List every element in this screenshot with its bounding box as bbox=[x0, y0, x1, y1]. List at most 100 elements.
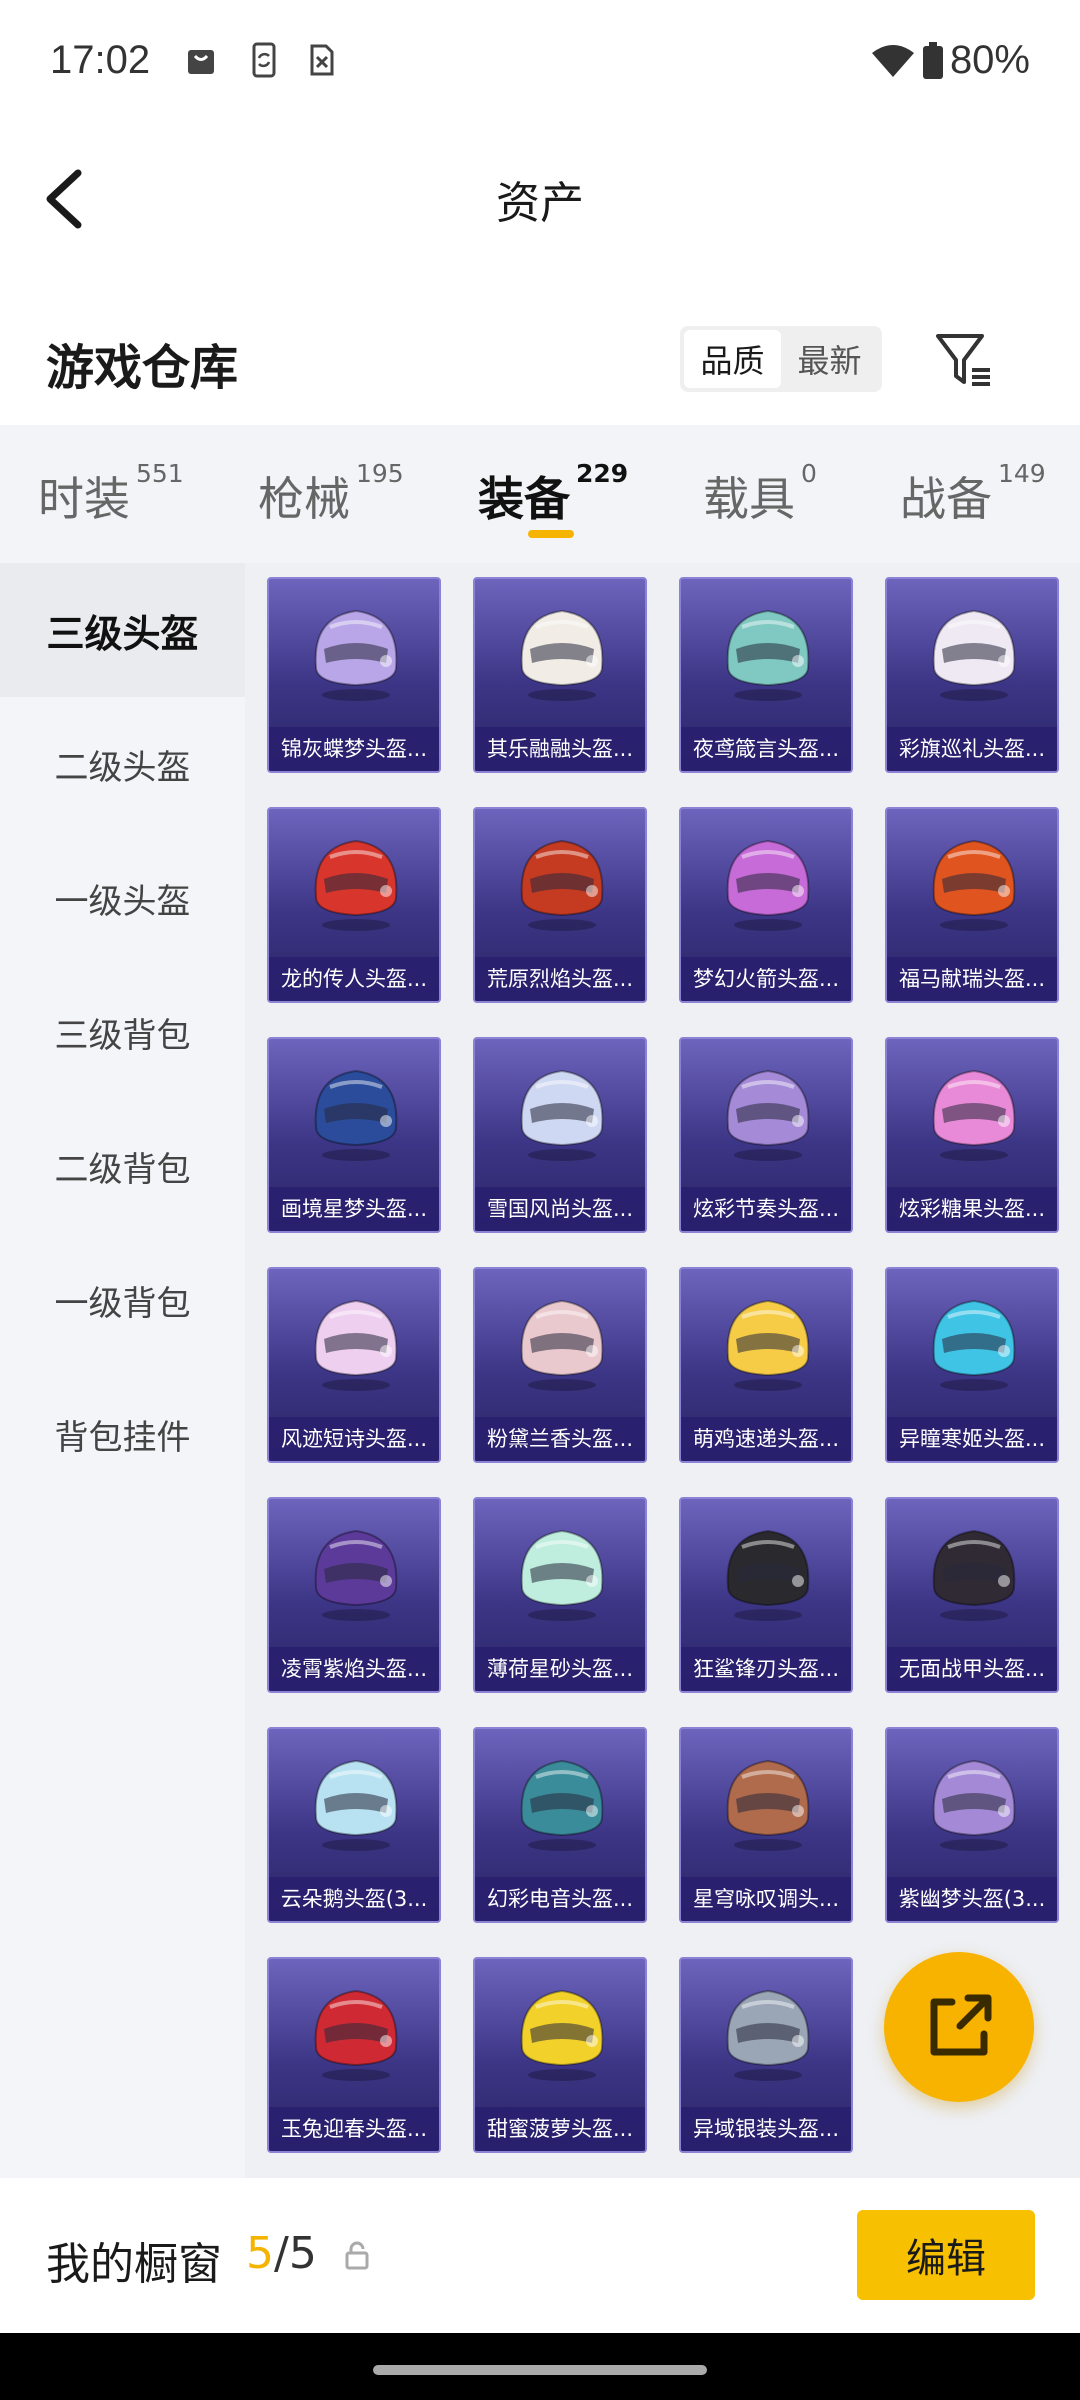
sidebar-item-level3-helmet[interactable]: 三级头盔 bbox=[0, 563, 245, 697]
item-name: 狂鲨锋刃头盔... bbox=[681, 1647, 851, 1691]
helmet-icon bbox=[314, 609, 398, 701]
helmet-icon bbox=[314, 1759, 398, 1851]
shopping-bag-icon bbox=[188, 50, 214, 74]
sort-quality-button[interactable]: 品质 bbox=[684, 330, 781, 388]
item-card[interactable]: 炫彩节奏头盔... bbox=[679, 1037, 853, 1233]
active-tab-indicator bbox=[528, 530, 574, 538]
item-card[interactable]: 荒原烈焰头盔... bbox=[473, 807, 647, 1003]
showcase-separator: / bbox=[274, 2228, 289, 2279]
app-header: 资产 bbox=[0, 125, 1080, 265]
item-card[interactable]: 凌霄紫焰头盔... bbox=[267, 1497, 441, 1693]
sidebar-item-level3-backpack[interactable]: 三级背包 bbox=[0, 965, 245, 1099]
wifi-icon bbox=[871, 44, 914, 77]
helmet-icon bbox=[726, 1989, 810, 2081]
item-card[interactable]: 云朵鹅头盔(3... bbox=[267, 1727, 441, 1923]
helmet-icon bbox=[726, 1299, 810, 1391]
item-card[interactable]: 福马献瑞头盔... bbox=[885, 807, 1059, 1003]
tab-fashion[interactable]: 时装 551 bbox=[38, 459, 184, 529]
warehouse-header: 游戏仓库 品质 最新 bbox=[0, 300, 1080, 420]
sort-newest-button[interactable]: 最新 bbox=[781, 330, 878, 388]
item-card[interactable]: 风迹短诗头盔... bbox=[267, 1267, 441, 1463]
item-card[interactable]: 锦灰蝶梦头盔... bbox=[267, 577, 441, 773]
subcategory-sidebar: 三级头盔 二级头盔 一级头盔 三级背包 二级背包 一级背包 背包挂件 bbox=[0, 563, 245, 2178]
item-card[interactable]: 紫幽梦头盔(3... bbox=[885, 1727, 1059, 1923]
tab-vehicles[interactable]: 载具 0 bbox=[703, 459, 817, 529]
filter-icon[interactable] bbox=[930, 326, 996, 392]
helmet-icon bbox=[314, 1989, 398, 2081]
showcase-current: 5 bbox=[246, 2228, 274, 2279]
item-name: 异瞳寒姬头盔... bbox=[887, 1417, 1057, 1461]
helmet-icon bbox=[520, 609, 604, 701]
helmet-icon bbox=[932, 1299, 1016, 1391]
warehouse-title: 游戏仓库 bbox=[46, 340, 239, 396]
home-gesture-handle[interactable] bbox=[373, 2365, 707, 2375]
item-name: 云朵鹅头盔(3... bbox=[269, 1877, 439, 1921]
tab-count: 0 bbox=[801, 459, 817, 488]
helmet-icon bbox=[520, 1529, 604, 1621]
tab-count: 195 bbox=[356, 459, 404, 488]
system-navbar bbox=[0, 2333, 1080, 2400]
sidebar-item-level2-helmet[interactable]: 二级头盔 bbox=[0, 697, 245, 831]
battery-icon bbox=[922, 41, 943, 79]
sidebar-item-level1-helmet[interactable]: 一级头盔 bbox=[0, 831, 245, 965]
item-name: 其乐融融头盔... bbox=[475, 727, 645, 771]
item-name: 龙的传人头盔... bbox=[269, 957, 439, 1001]
tab-label: 装备 bbox=[478, 472, 570, 526]
edit-button[interactable]: 编辑 bbox=[857, 2210, 1035, 2300]
helmet-icon bbox=[726, 1069, 810, 1161]
sidebar-item-level2-backpack[interactable]: 二级背包 bbox=[0, 1099, 245, 1233]
item-name: 荒原烈焰头盔... bbox=[475, 957, 645, 1001]
tab-supplies[interactable]: 战备 149 bbox=[900, 459, 1046, 529]
helmet-icon bbox=[520, 1759, 604, 1851]
helmet-icon bbox=[314, 1069, 398, 1161]
helmet-icon bbox=[726, 839, 810, 931]
item-card[interactable]: 萌鸡速递头盔... bbox=[679, 1267, 853, 1463]
item-card[interactable]: 梦幻火箭头盔... bbox=[679, 807, 853, 1003]
helmet-icon bbox=[520, 1069, 604, 1161]
item-card[interactable]: 彩旗巡礼头盔... bbox=[885, 577, 1059, 773]
item-card[interactable]: 异域银装头盔... bbox=[679, 1957, 853, 2153]
lock-icon bbox=[345, 2241, 369, 2270]
showcase-bar: 我的橱窗 5/5 编辑 bbox=[0, 2178, 1080, 2333]
item-name: 炫彩糖果头盔... bbox=[887, 1187, 1057, 1231]
status-time: 17:02 bbox=[50, 38, 151, 82]
tab-label: 时装 bbox=[38, 472, 130, 526]
item-card[interactable]: 画境星梦头盔... bbox=[267, 1037, 441, 1233]
helmet-icon bbox=[932, 839, 1016, 931]
sidebar-item-level1-backpack[interactable]: 一级背包 bbox=[0, 1233, 245, 1367]
item-card[interactable]: 雪国风尚头盔... bbox=[473, 1037, 647, 1233]
item-card[interactable]: 炫彩糖果头盔... bbox=[885, 1037, 1059, 1233]
item-card[interactable]: 夜鸢箴言头盔... bbox=[679, 577, 853, 773]
helmet-icon bbox=[314, 1529, 398, 1621]
sidebar-item-backpack-charm[interactable]: 背包挂件 bbox=[0, 1367, 245, 1501]
category-tabs: 时装 551 枪械 195 装备 229 载具 0 战备 149 bbox=[0, 425, 1080, 563]
share-fab-button[interactable] bbox=[884, 1952, 1034, 2102]
item-card[interactable]: 玉兔迎春头盔... bbox=[267, 1957, 441, 2153]
item-card[interactable]: 龙的传人头盔... bbox=[267, 807, 441, 1003]
helmet-icon bbox=[932, 1069, 1016, 1161]
helmet-icon bbox=[932, 1759, 1016, 1851]
item-card[interactable]: 其乐融融头盔... bbox=[473, 577, 647, 773]
item-name: 薄荷星砂头盔... bbox=[475, 1647, 645, 1691]
item-name: 彩旗巡礼头盔... bbox=[887, 727, 1057, 771]
item-name: 风迹短诗头盔... bbox=[269, 1417, 439, 1461]
item-card[interactable]: 粉黛兰香头盔... bbox=[473, 1267, 647, 1463]
tab-equipment[interactable]: 装备 229 bbox=[478, 459, 628, 529]
item-card[interactable]: 薄荷星砂头盔... bbox=[473, 1497, 647, 1693]
helmet-icon bbox=[932, 1529, 1016, 1621]
tab-label: 战备 bbox=[900, 472, 992, 526]
helmet-icon bbox=[726, 1529, 810, 1621]
helmet-icon bbox=[520, 1989, 604, 2081]
tab-label: 载具 bbox=[703, 472, 795, 526]
item-card[interactable]: 异瞳寒姬头盔... bbox=[885, 1267, 1059, 1463]
item-card[interactable]: 狂鲨锋刃头盔... bbox=[679, 1497, 853, 1693]
item-name: 福马献瑞头盔... bbox=[887, 957, 1057, 1001]
item-card[interactable]: 甜蜜菠萝头盔... bbox=[473, 1957, 647, 2153]
item-card[interactable]: 幻彩电音头盔... bbox=[473, 1727, 647, 1923]
tab-weapons[interactable]: 枪械 195 bbox=[258, 459, 404, 529]
showcase-count: 5/5 bbox=[246, 2228, 317, 2279]
tab-count: 229 bbox=[576, 459, 629, 488]
item-card[interactable]: 无面战甲头盔... bbox=[885, 1497, 1059, 1693]
sort-toggle: 品质 最新 bbox=[680, 326, 882, 392]
item-card[interactable]: 星穹咏叹调头... bbox=[679, 1727, 853, 1923]
